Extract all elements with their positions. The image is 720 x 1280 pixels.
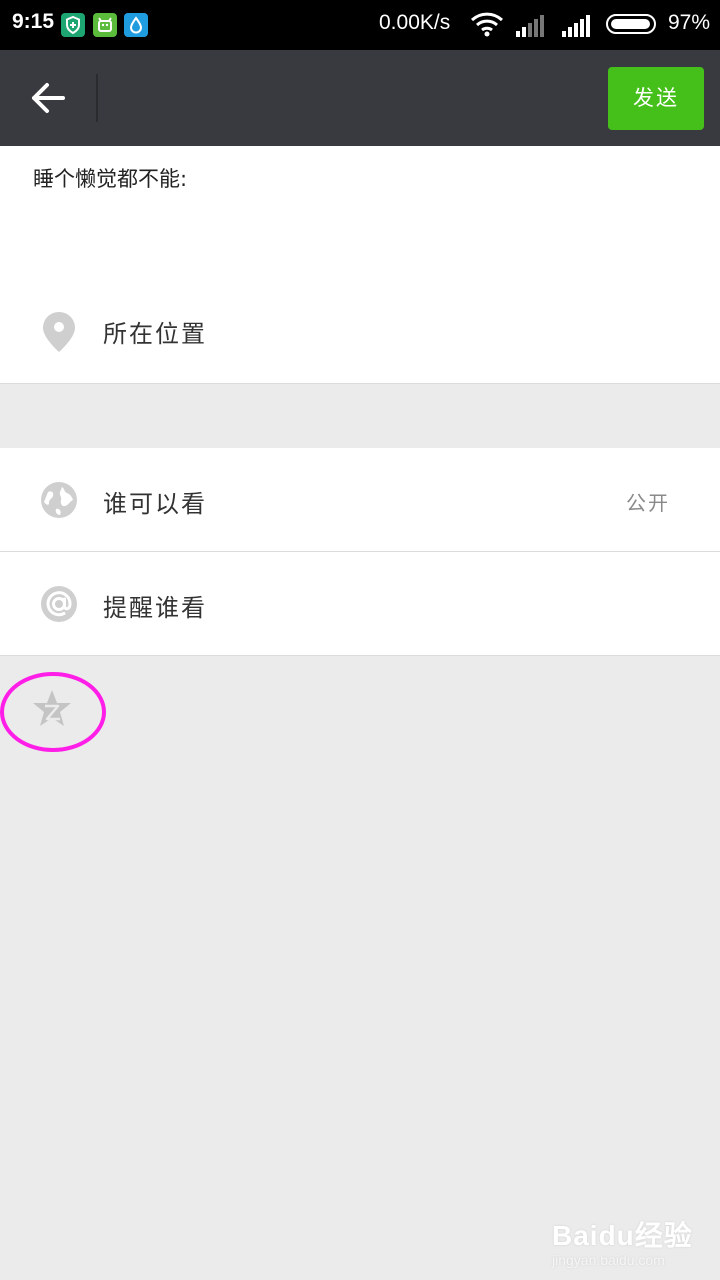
mention-label: 提醒谁看 [103, 594, 207, 622]
shield-app-icon [61, 13, 85, 37]
action-bar: 发送 [0, 50, 720, 146]
at-icon [41, 586, 77, 622]
signal-icon-sim2 [562, 15, 590, 37]
android-app-icon [93, 13, 117, 37]
status-bar: 9:15 0.00K/s 97% [0, 0, 720, 50]
net-speed: 0.00K/s [379, 11, 451, 34]
wifi-icon [470, 12, 504, 37]
compose-area: 睡个懒觉都不能: 所在位置 [0, 146, 720, 384]
visibility-label: 谁可以看 [103, 490, 207, 518]
back-arrow-icon [32, 83, 65, 113]
water-app-icon [124, 13, 148, 37]
location-row[interactable]: 所在位置 [0, 290, 720, 370]
battery-level-fill [611, 19, 650, 29]
action-bar-divider [96, 74, 98, 122]
qzone-star-icon [0, 672, 106, 752]
send-button[interactable]: 发送 [608, 67, 704, 130]
post-text-input[interactable]: 睡个懒觉都不能: [33, 163, 187, 193]
signal-icon-sim1 [516, 15, 544, 37]
watermark-brand: Baidu经验 [552, 1220, 693, 1251]
qzone-sync-toggle[interactable] [0, 670, 110, 756]
globe-icon [41, 482, 77, 518]
mention-row[interactable]: 提醒谁看 [0, 552, 720, 656]
watermark-url: jingyan.baidu.com [552, 1252, 665, 1268]
battery-icon [606, 14, 656, 34]
baidu-watermark: Baidu经验 jingyan.baidu.com [552, 1214, 693, 1268]
back-button[interactable] [20, 70, 76, 126]
status-time: 9:15 [12, 10, 55, 33]
visibility-value: 公开 [626, 491, 670, 515]
visibility-row[interactable]: 谁可以看 公开 [0, 448, 720, 552]
battery-percent: 97% [668, 11, 711, 34]
location-pin-icon [43, 312, 75, 352]
location-label: 所在位置 [103, 320, 207, 348]
